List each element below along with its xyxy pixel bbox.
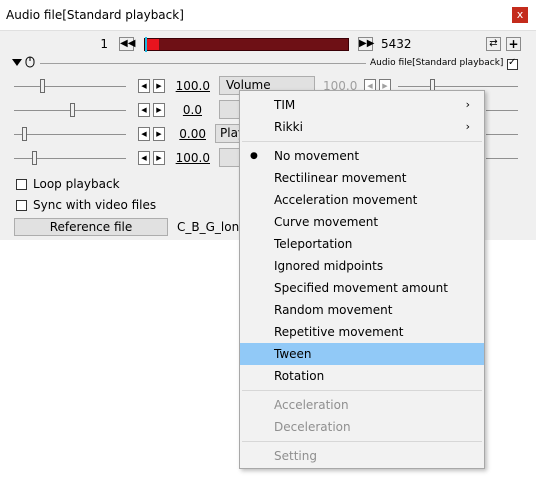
- menu-item-label: Setting: [274, 449, 317, 463]
- play-position-end-slider-track: [486, 134, 518, 135]
- menu-item-label: Curve movement: [274, 215, 379, 229]
- menu-item-random[interactable]: Random movement: [240, 299, 484, 321]
- menu-item-label: Rectilinear movement: [274, 171, 407, 185]
- menu-item-tween[interactable]: Tween: [240, 343, 484, 365]
- submenu-arrow-icon: ›: [465, 98, 470, 111]
- play-position-increase-button[interactable]: ▶: [153, 127, 165, 141]
- current-frame: 1: [100, 37, 108, 51]
- reference-file-button[interactable]: Reference file: [14, 218, 168, 236]
- menu-item-label: Specified movement amount: [274, 281, 448, 295]
- speed-mode-button[interactable]: [219, 148, 241, 167]
- pan-end-slider-track: [486, 110, 518, 111]
- loop-playback-checkbox[interactable]: [16, 179, 27, 190]
- submenu-arrow-icon: ›: [465, 120, 470, 133]
- context-menu: TIM › Rikki › ● No movement Rectilinear …: [239, 90, 485, 469]
- menu-item-label: Ignored midpoints: [274, 259, 384, 273]
- menu-item-tim[interactable]: TIM ›: [240, 94, 484, 116]
- strip-divider: [40, 63, 366, 64]
- pan-increase-button[interactable]: ▶: [153, 103, 165, 117]
- play-position-value[interactable]: 0.00: [172, 127, 206, 141]
- menu-item-acceleration: Acceleration: [240, 394, 484, 416]
- pan-mode-button[interactable]: [219, 100, 241, 119]
- speed-slider-thumb[interactable]: [32, 151, 37, 165]
- play-position-slider-thumb[interactable]: [22, 127, 27, 141]
- menu-item-no-movement[interactable]: ● No movement: [240, 145, 484, 167]
- menu-item-label: Tween: [274, 347, 312, 361]
- speed-slider-track[interactable]: [14, 158, 126, 159]
- speed-increase-button[interactable]: ▶: [153, 151, 165, 165]
- menu-item-label: Acceleration movement: [274, 193, 418, 207]
- menu-item-label: Random movement: [274, 303, 393, 317]
- sync-video-checkbox[interactable]: [16, 200, 27, 211]
- volume-value[interactable]: 100.0: [172, 79, 210, 93]
- menu-item-label: Repetitive movement: [274, 325, 404, 339]
- menu-item-label: TIM: [274, 98, 296, 112]
- next-frame-button[interactable]: ▶▶: [358, 37, 374, 51]
- pan-value[interactable]: 0.0: [172, 103, 202, 117]
- close-button[interactable]: x: [512, 7, 528, 23]
- volume-slider-thumb[interactable]: [40, 79, 45, 93]
- menu-item-ignored-midpoints[interactable]: Ignored midpoints: [240, 255, 484, 277]
- speed-value[interactable]: 100.0: [172, 151, 210, 165]
- menu-item-label: No movement: [274, 149, 360, 163]
- reference-file-name: C_B_G_lone: [177, 220, 247, 234]
- menu-item-teleportation[interactable]: Teleportation: [240, 233, 484, 255]
- title-bar: Audio file[Standard playback] x: [0, 0, 536, 31]
- menu-item-rotation[interactable]: Rotation: [240, 365, 484, 387]
- checked-bullet-icon: ●: [250, 151, 258, 161]
- menu-item-repetitive[interactable]: Repetitive movement: [240, 321, 484, 343]
- menu-item-label: Acceleration: [274, 398, 349, 412]
- play-position-decrease-button[interactable]: ◀: [138, 127, 150, 141]
- pan-decrease-button[interactable]: ◀: [138, 103, 150, 117]
- volume-increase-button[interactable]: ▶: [153, 79, 165, 93]
- speed-decrease-button[interactable]: ◀: [138, 151, 150, 165]
- menu-item-label: Rotation: [274, 369, 325, 383]
- menu-item-curve[interactable]: Curve movement: [240, 211, 484, 233]
- camera-control-button[interactable]: ⇄: [486, 37, 501, 51]
- menu-separator: [242, 441, 482, 442]
- menu-separator: [242, 390, 482, 391]
- object-name-label: Audio file[Standard playback]: [370, 58, 504, 68]
- window-title: Audio file[Standard playback]: [6, 8, 184, 22]
- menu-item-deceleration: Deceleration: [240, 416, 484, 438]
- timeline-cursor: [145, 39, 159, 50]
- mouse-icon: [25, 56, 35, 68]
- menu-item-label: Teleportation: [274, 237, 353, 251]
- menu-separator: [242, 141, 482, 142]
- loop-playback-label: Loop playback: [33, 177, 120, 191]
- menu-item-acceleration-movement[interactable]: Acceleration movement: [240, 189, 484, 211]
- previous-frame-button[interactable]: ◀◀: [119, 37, 135, 51]
- menu-item-rikki[interactable]: Rikki ›: [240, 116, 484, 138]
- menu-item-label: Rikki: [274, 120, 303, 134]
- timeline-position-marker[interactable]: [145, 37, 147, 52]
- menu-item-label: Deceleration: [274, 420, 351, 434]
- speed-end-slider-track: [486, 158, 518, 159]
- timeline-bar[interactable]: [144, 37, 349, 52]
- menu-item-specified-amount[interactable]: Specified movement amount: [240, 277, 484, 299]
- volume-decrease-button[interactable]: ◀: [138, 79, 150, 93]
- menu-item-rectilinear[interactable]: Rectilinear movement: [240, 167, 484, 189]
- play-position-slider-track[interactable]: [14, 134, 126, 135]
- volume-slider-track[interactable]: [14, 86, 126, 87]
- sync-video-label: Sync with video files: [33, 198, 157, 212]
- menu-item-setting: Setting: [240, 445, 484, 467]
- total-frames: 5432: [381, 37, 412, 51]
- object-enabled-checkbox[interactable]: [507, 57, 518, 70]
- add-filter-button[interactable]: +: [506, 37, 521, 51]
- collapse-triangle-icon[interactable]: [12, 59, 22, 67]
- play-position-mode-button[interactable]: Play: [215, 124, 241, 143]
- pan-slider-thumb[interactable]: [70, 103, 75, 117]
- volume-end-slider-track: [398, 86, 518, 87]
